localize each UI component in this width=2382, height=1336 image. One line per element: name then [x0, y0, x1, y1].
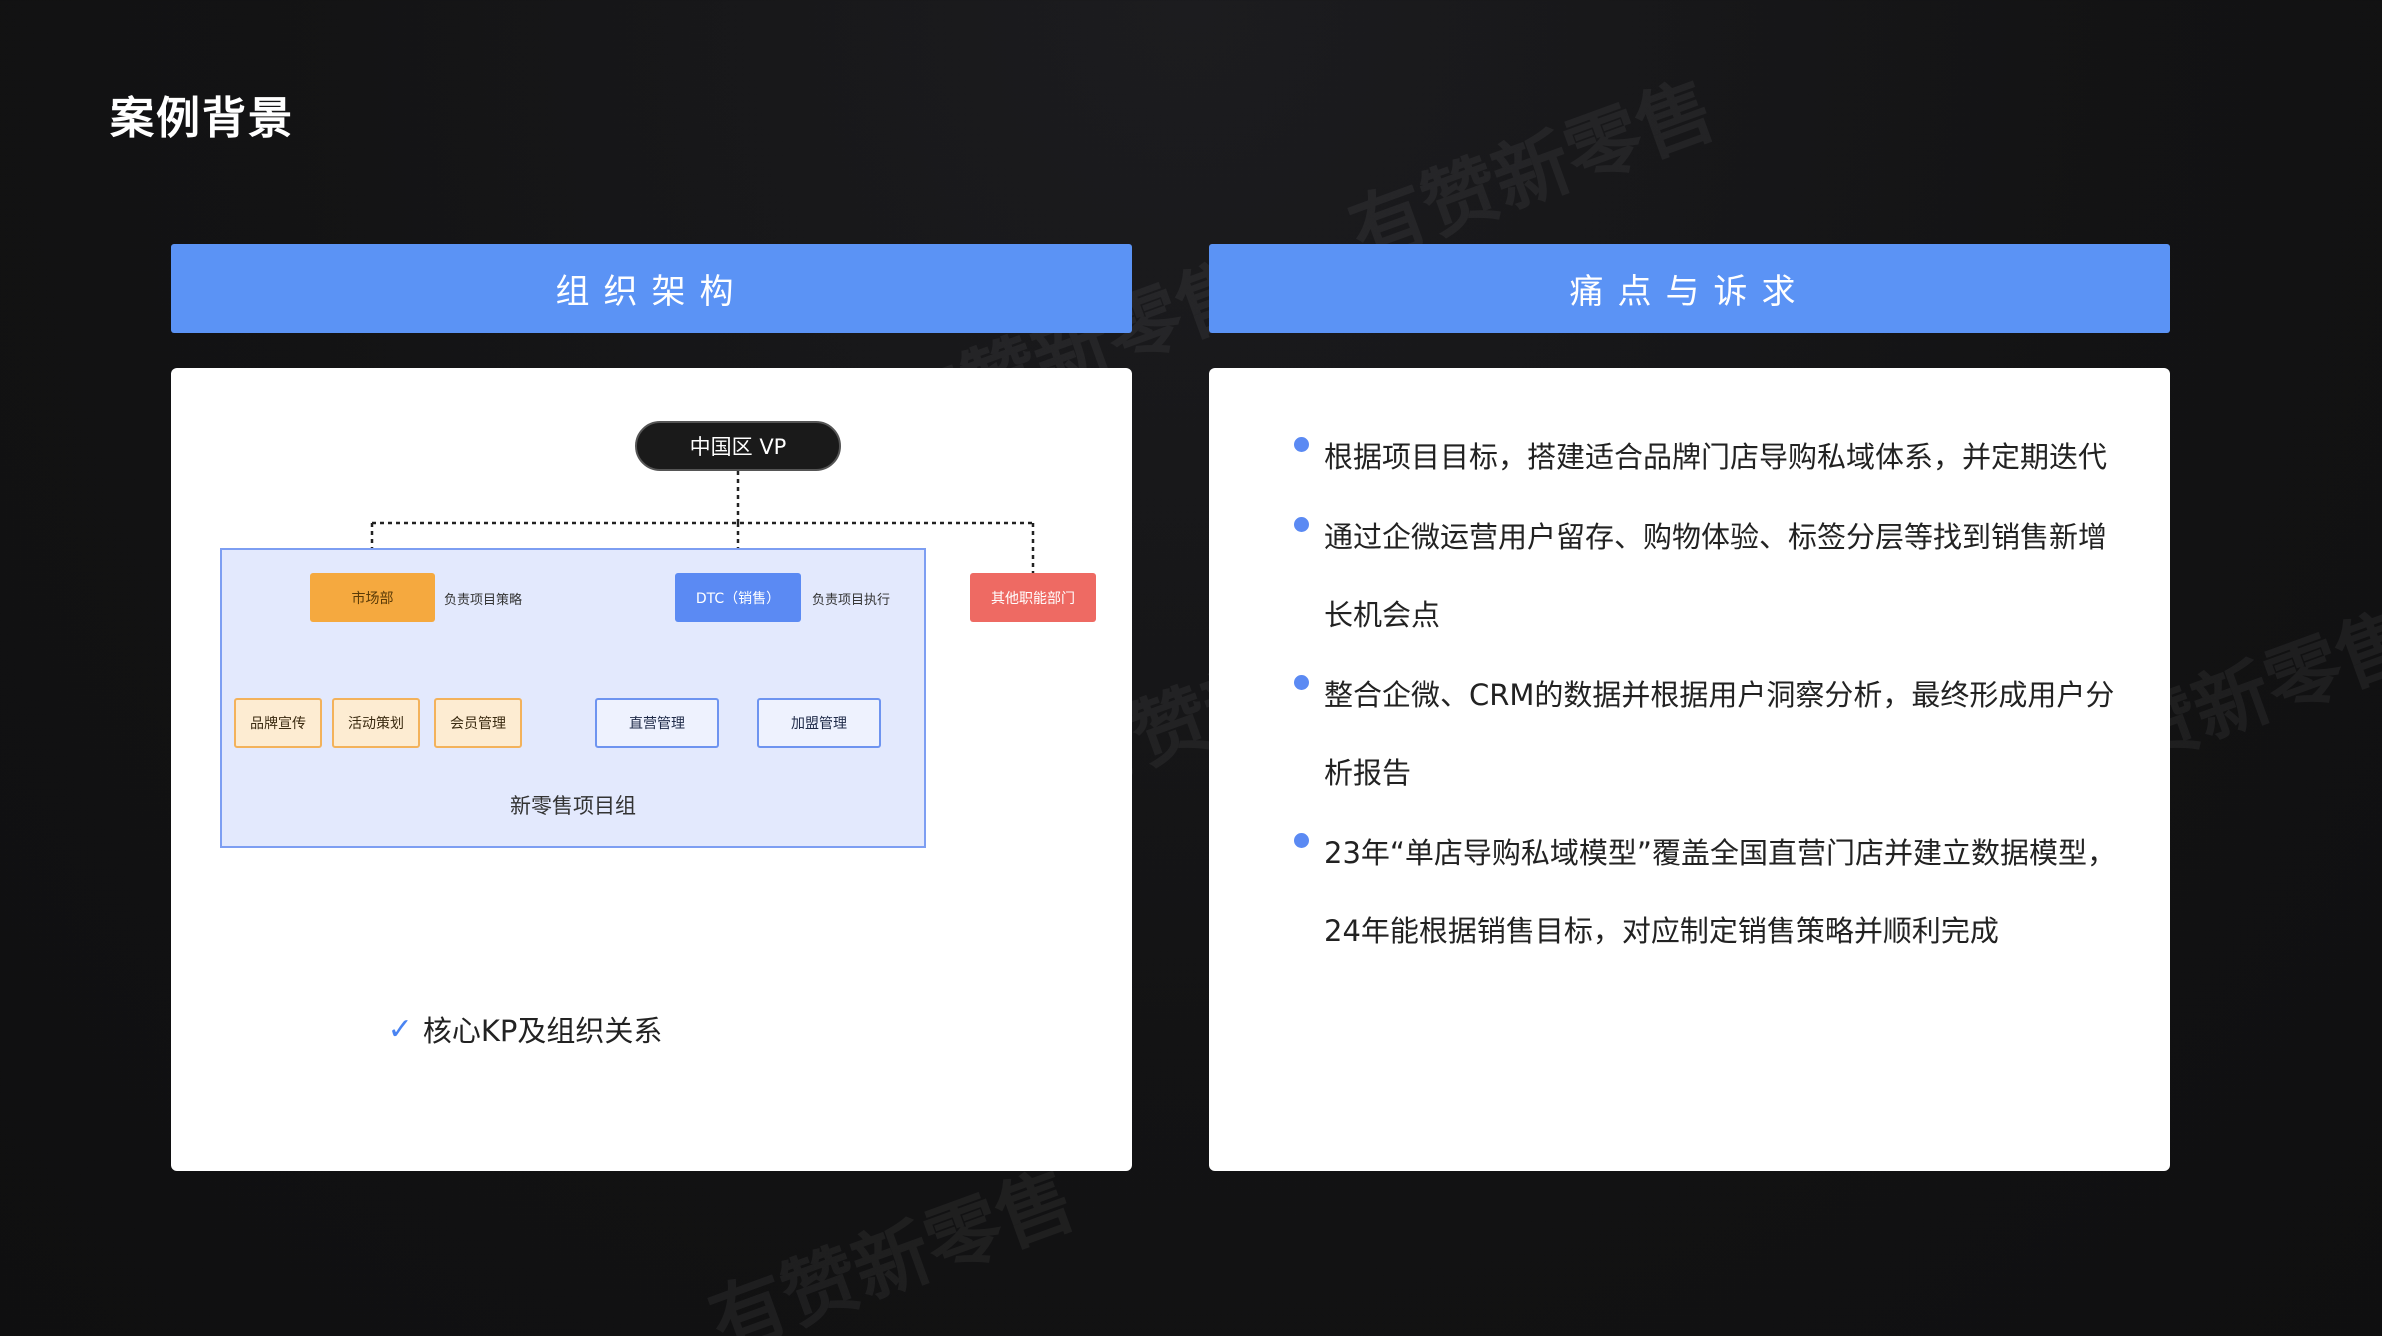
list-item: 23年“单店导购私域模型”覆盖全国直营门店并建立数据模型，24年能根据销售目标，…	[1294, 814, 2134, 970]
bullet-text: 整合企微、CRM的数据并根据用户洞察分析，最终形成用户分析报告	[1324, 678, 2115, 790]
pain-points-list: 根据项目目标，搭建适合品牌门店导购私域体系，并定期迭代 通过企微运营用户留存、购…	[1294, 418, 2134, 972]
franchise-mgmt-node: 加盟管理	[757, 698, 881, 748]
other-dept-node: 其他职能部门	[970, 573, 1096, 622]
caption-text: 核心KP及组织关系	[422, 1014, 663, 1048]
membership-mgmt-node: 会员管理	[434, 698, 522, 748]
group-label: 新零售项目组	[510, 794, 636, 818]
bullet-dot-icon	[1294, 833, 1309, 848]
dtc-sales-node: DTC（销售）	[675, 573, 801, 622]
org-caption: ✓ 核心KP及组织关系	[171, 1008, 879, 1050]
pain-points-header: 痛点与诉求	[1209, 244, 2170, 333]
direct-store-mgmt-node: 直营管理	[595, 698, 719, 748]
marketing-dept-node: 市场部	[310, 573, 435, 622]
bullet-text: 通过企微运营用户留存、购物体验、标签分层等找到销售新增长机会点	[1324, 520, 2108, 632]
page-title: 案例背景	[110, 93, 294, 144]
list-item: 整合企微、CRM的数据并根据用户洞察分析，最终形成用户分析报告	[1294, 656, 2134, 812]
event-planning-node: 活动策划	[332, 698, 420, 748]
bullet-text: 根据项目目标，搭建适合品牌门店导购私域体系，并定期迭代	[1324, 440, 2108, 474]
bullet-text: 23年“单店导购私域模型”覆盖全国直营门店并建立数据模型，24年能根据销售目标，…	[1324, 836, 2116, 948]
check-icon: ✓	[387, 1011, 413, 1047]
list-item: 根据项目目标，搭建适合品牌门店导购私域体系，并定期迭代	[1294, 418, 2134, 496]
marketing-note: 负责项目策略	[444, 593, 523, 608]
dtc-note: 负责项目执行	[812, 593, 891, 608]
org-structure-header: 组织架构	[171, 244, 1132, 333]
bullet-dot-icon	[1294, 517, 1309, 532]
vp-node: 中国区 VP	[635, 421, 841, 471]
bullet-dot-icon	[1294, 437, 1309, 452]
list-item: 通过企微运营用户留存、购物体验、标签分层等找到销售新增长机会点	[1294, 498, 2134, 654]
brand-promotion-node: 品牌宣传	[234, 698, 322, 748]
pain-points-panel: 根据项目目标，搭建适合品牌门店导购私域体系，并定期迭代 通过企微运营用户留存、购…	[1209, 368, 2170, 1171]
org-structure-panel: 中国区 VP 新零售项目组 市场部 负责项目策略 DTC（销售） 负责项目执行 …	[171, 368, 1132, 1171]
bullet-dot-icon	[1294, 675, 1309, 690]
